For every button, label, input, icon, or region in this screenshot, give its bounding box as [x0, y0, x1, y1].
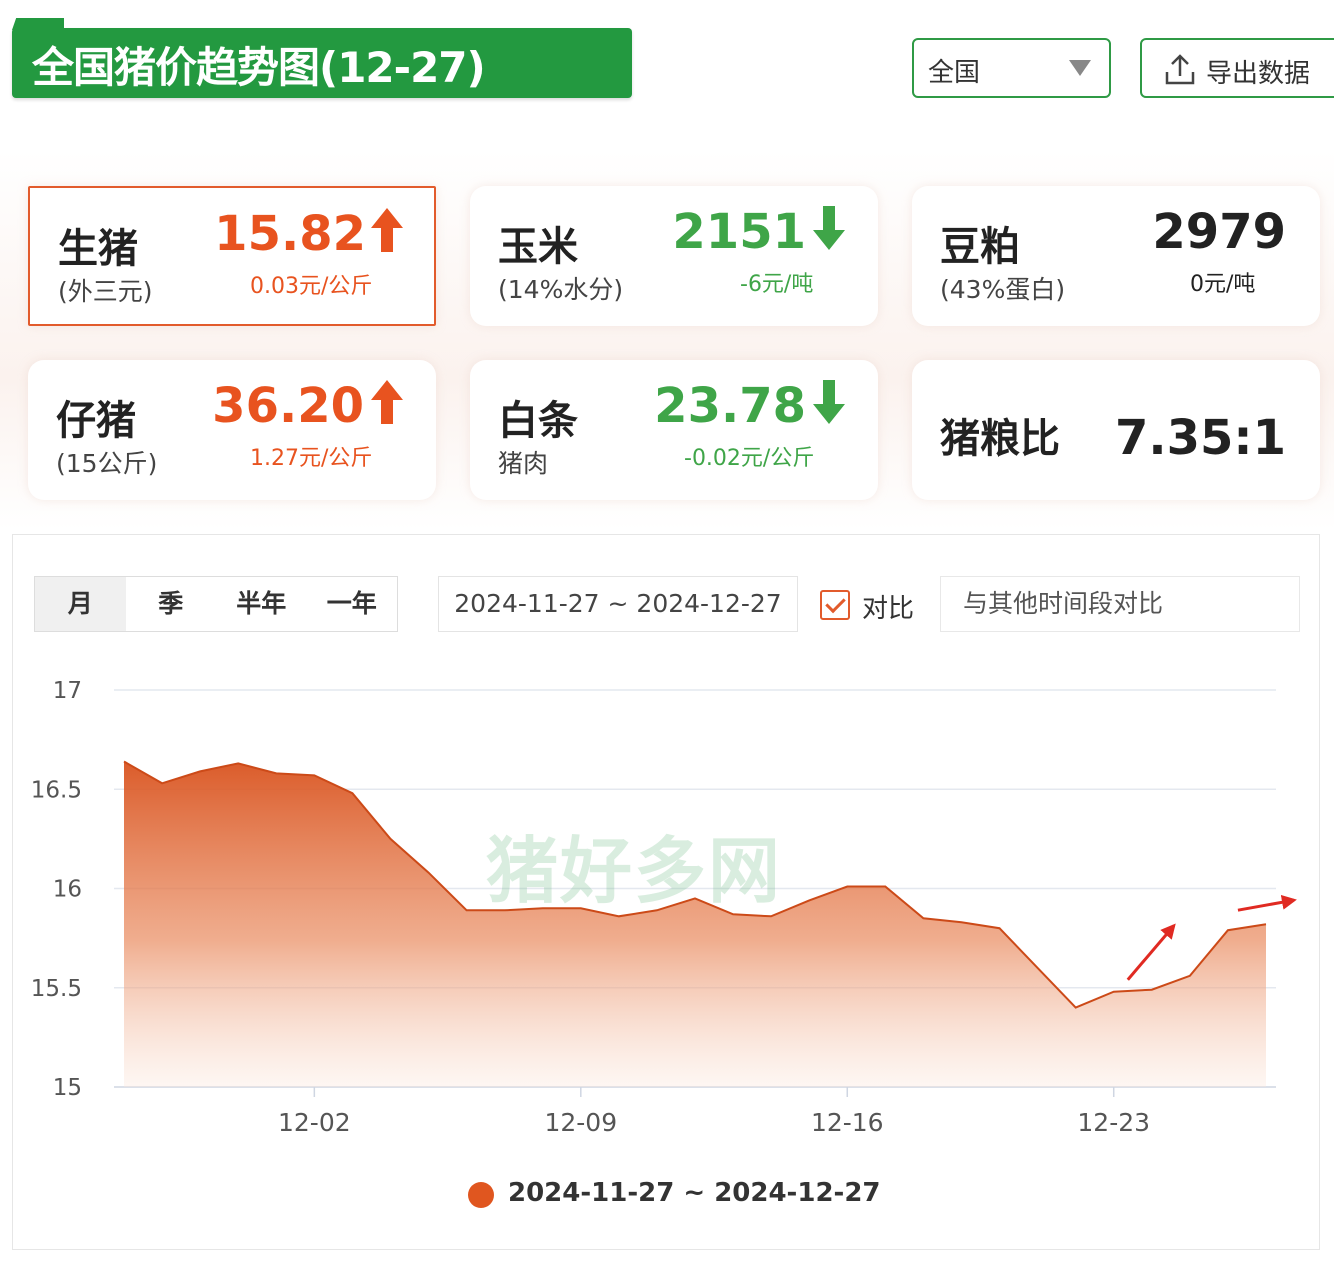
legend-label: 2024-11-27 ~ 2024-12-27: [508, 1178, 881, 1208]
y-tick-label: 16.5: [31, 777, 82, 803]
watermark-text: 猪好多网: [486, 829, 783, 913]
y-tick-label: 15: [53, 1075, 82, 1101]
price-chart: 15 15.5 16 16.5 17 12-02 12-09 12-16 12-23: [31, 678, 1297, 1137]
trend-arrow: [1126, 923, 1176, 981]
x-tick-label: 12-09: [544, 1108, 617, 1137]
y-tick-label: 15.5: [31, 976, 82, 1002]
series-area: [124, 761, 1266, 1087]
x-tick-label: 12-02: [278, 1108, 351, 1137]
y-tick-label: 16: [53, 877, 82, 903]
x-tick-label: 12-23: [1077, 1108, 1150, 1137]
trend-arrow: [1237, 894, 1297, 912]
legend-swatch: [468, 1182, 494, 1208]
y-tick-label: 17: [53, 678, 82, 704]
x-tick-label: 12-16: [811, 1108, 884, 1137]
